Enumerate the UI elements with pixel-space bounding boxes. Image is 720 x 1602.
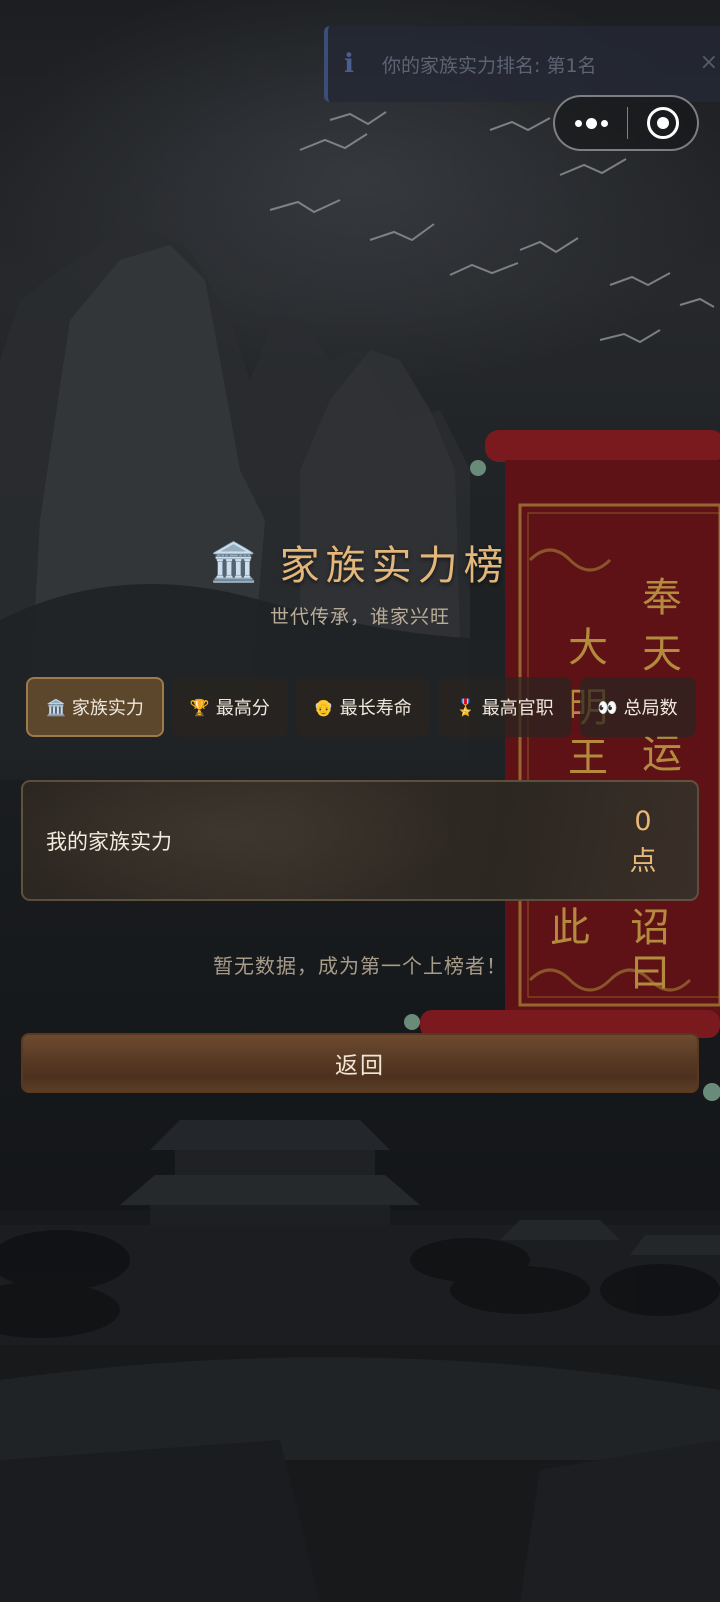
classical-building-icon: 🏛️ [210, 539, 258, 584]
page-title: 家族实力榜 [279, 543, 510, 589]
tab-longest-life[interactable]: 👴 最长寿命 [295, 677, 430, 737]
tab-label: 总局数 [623, 698, 678, 719]
back-button[interactable]: 返回 [21, 1033, 699, 1093]
tab-label: 家族实力 [71, 698, 144, 719]
info-icon: ℹ [344, 49, 354, 79]
close-icon[interactable]: × [700, 50, 718, 75]
target-icon [646, 107, 679, 139]
close-miniprogram-button[interactable] [628, 97, 697, 149]
my-power-unit: 点 [629, 846, 657, 877]
my-family-power-card: 我的家族实力 0 点 [21, 780, 699, 901]
page-header: 🏛️ 家族实力榜 [0, 532, 720, 592]
trophy-icon: 🏆 [189, 697, 210, 717]
more-button[interactable] [555, 97, 627, 149]
rank-toast: ℹ 你的家族实力排名: 第1名 × [324, 26, 720, 102]
leaderboard-screen: 奉 天 承 运 大 明 王 此 诏 曰 ℹ 你的家族实力排名: 第1名 × 🏛️… [0, 0, 720, 1602]
scroll-char: 天 [642, 631, 682, 677]
tab-total-games[interactable]: 👀 总局数 [579, 677, 696, 737]
old-man-icon: 👴 [313, 697, 334, 717]
tab-label: 最高分 [215, 698, 270, 719]
tab-label: 最长寿命 [339, 698, 412, 719]
my-power-value: 0 [634, 806, 652, 837]
medal-icon: 🎖️ [455, 697, 476, 717]
tab-label: 最高官职 [481, 698, 554, 719]
miniprogram-capsule [553, 95, 699, 151]
toast-message: 你的家族实力排名: 第1名 [382, 54, 597, 77]
ranking-tabs: 🏛️ 家族实力 🏆 最高分 👴 最长寿命 🎖️ 最高官职 👀 总局数 [26, 677, 696, 737]
eyes-icon: 👀 [597, 697, 618, 717]
scroll-char: 此 [550, 905, 590, 951]
tab-family-power[interactable]: 🏛️ 家族实力 [26, 677, 164, 737]
tab-highest-rank[interactable]: 🎖️ 最高官职 [437, 677, 572, 737]
empty-state-text: 暂无数据，成为第一个上榜者！ [213, 954, 507, 978]
page-subtitle: 世代传承，谁家兴旺 [269, 606, 450, 628]
my-power-label: 我的家族实力 [46, 830, 172, 854]
classical-building-icon: 🏛️ [46, 697, 66, 717]
more-dots-icon [574, 119, 582, 127]
tab-high-score[interactable]: 🏆 最高分 [171, 677, 288, 737]
